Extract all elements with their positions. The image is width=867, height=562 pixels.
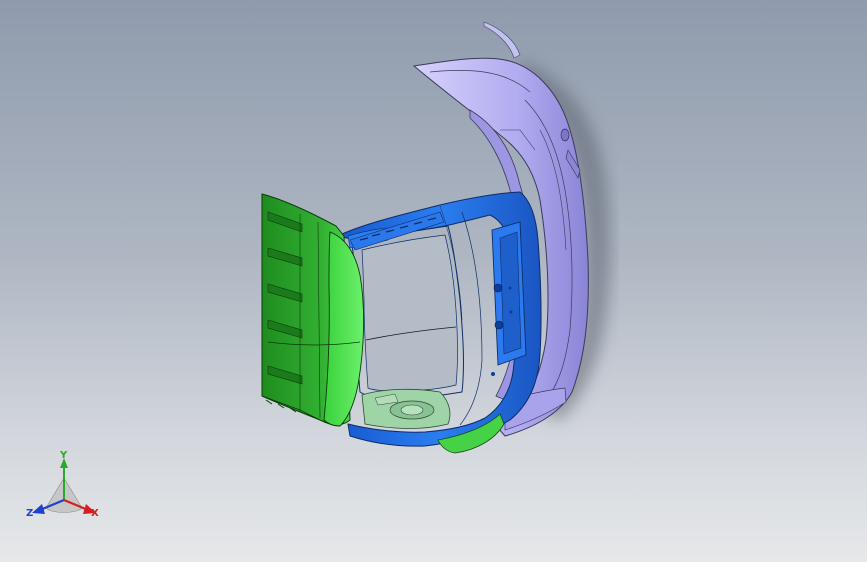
floor-pan[interactable]	[361, 388, 451, 429]
cad-model-view[interactable]	[0, 0, 867, 562]
graphics-viewport[interactable]: Y X Z	[0, 0, 867, 562]
z-axis-label: Z	[26, 508, 33, 519]
y-axis-label: Y	[59, 450, 68, 461]
z-axis-arrow-icon	[32, 504, 45, 514]
tailgate-side-panel[interactable]	[261, 193, 365, 427]
x-axis-label: X	[91, 508, 99, 519]
reference-triad[interactable]: Y X Z	[24, 448, 104, 528]
